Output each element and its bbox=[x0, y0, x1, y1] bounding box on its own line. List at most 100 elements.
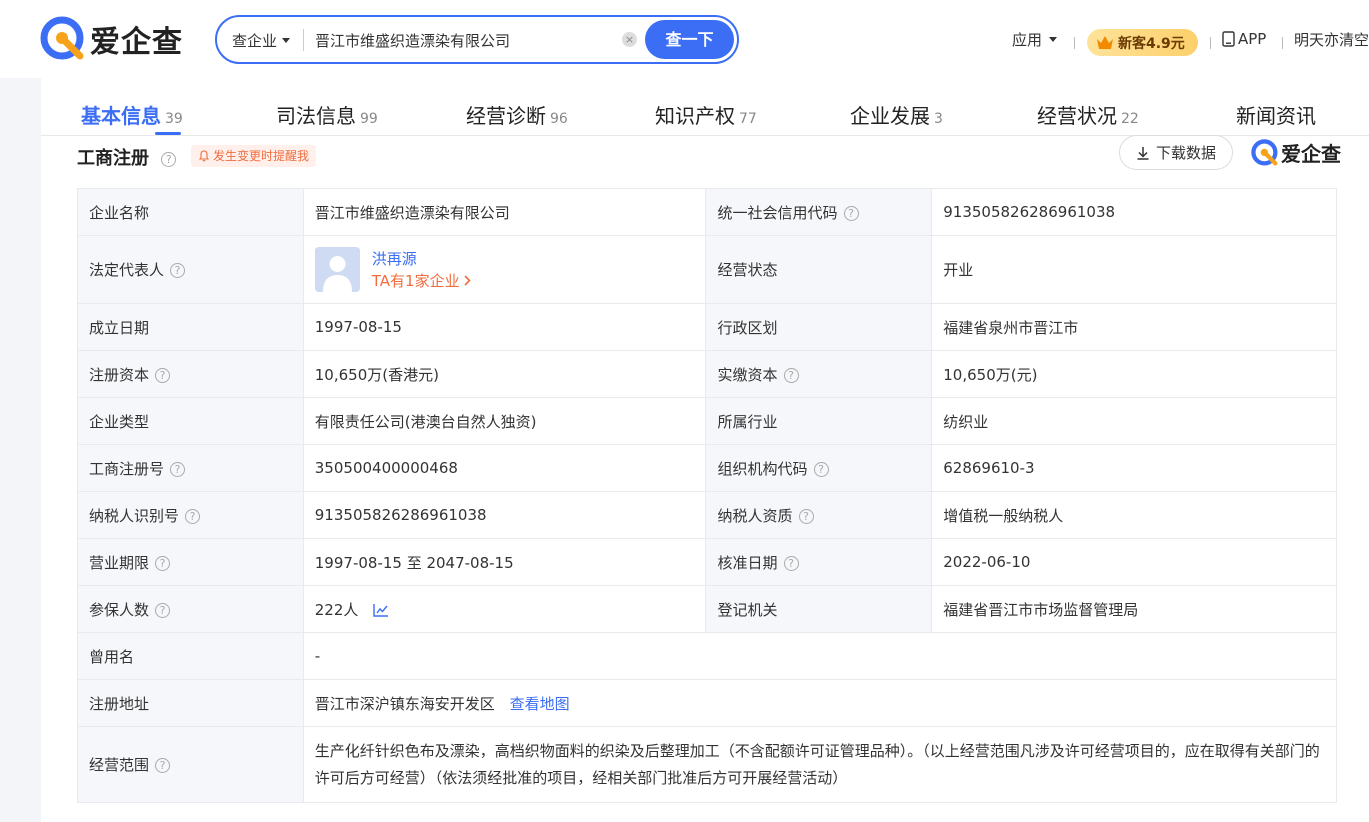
clear-icon[interactable]: × bbox=[622, 32, 637, 47]
help-icon[interactable]: ? bbox=[185, 508, 201, 524]
scope-value: 生产化纤针织色布及漂染，高档织物面料的织染及后整理加工（不含配额许可证管理品种）… bbox=[302, 726, 1338, 803]
legal-rep-name-link[interactable]: 洪再源 bbox=[372, 248, 472, 270]
download-data-button[interactable]: 下载数据 bbox=[1119, 135, 1233, 170]
change-reminder-button[interactable]: 发生变更时提醒我 bbox=[191, 145, 317, 167]
vip-promo-badge[interactable]: 新客4.9元 bbox=[1087, 29, 1198, 56]
status-label: 经营状态 bbox=[705, 235, 933, 304]
help-icon[interactable]: ? bbox=[170, 461, 186, 477]
org-code-value: 62869610-3 bbox=[931, 444, 1337, 492]
help-icon[interactable]: ? bbox=[843, 205, 859, 221]
brand-name: 爱企查 bbox=[90, 25, 183, 60]
active-tab-indicator bbox=[155, 132, 181, 135]
paid-capital-label-cell: 实缴资本? bbox=[705, 350, 933, 398]
tab-development[interactable]: 企业发展 3 bbox=[850, 100, 943, 129]
search-type-select[interactable]: 查企业 bbox=[232, 30, 291, 51]
authority-value: 福建省晋江市市场监督管理局 bbox=[931, 585, 1337, 633]
tab-label: 新闻资讯 bbox=[1236, 104, 1316, 128]
approval-label: 核准日期 bbox=[717, 553, 778, 572]
apps-menu[interactable]: 应用 bbox=[1012, 0, 1058, 78]
insured-value: 222人 bbox=[314, 600, 359, 619]
chevron-down-icon bbox=[1049, 36, 1058, 42]
tab-judicial-info[interactable]: 司法信息 99 bbox=[276, 100, 378, 129]
taxpayer-id-value: 913505826286961038 bbox=[302, 491, 707, 539]
table-row: 注册地址 晋江市深沪镇东海安开发区 查看地图 bbox=[77, 679, 1338, 727]
table-row: 成立日期 1997-08-15 行政区划 福建省泉州市晋江市 bbox=[77, 303, 1337, 351]
legal-rep-label-cell: 法定代表人? bbox=[77, 235, 304, 304]
app-download-link[interactable]: APP bbox=[1222, 0, 1266, 78]
former-name-label: 曾用名 bbox=[77, 632, 304, 680]
org-code-label: 组织机构代码 bbox=[717, 459, 808, 478]
help-icon[interactable]: ? bbox=[155, 367, 171, 383]
taxpayer-id-label: 纳税人识别号 bbox=[89, 506, 180, 525]
table-row: 营业期限? 1997-08-15 至 2047-08-15 核准日期? 2022… bbox=[77, 538, 1337, 586]
insured-label-cell: 参保人数? bbox=[77, 585, 304, 633]
tab-label: 企业发展 bbox=[850, 104, 930, 128]
scope-label-cell: 经营范围? bbox=[77, 726, 304, 803]
reg-capital-value: 10,650万(香港元) bbox=[302, 350, 707, 398]
brand-logo[interactable]: 爱企查 bbox=[40, 15, 183, 63]
tab-count: 77 bbox=[739, 111, 757, 127]
tab-count: 99 bbox=[360, 111, 378, 127]
reg-no-label: 工商注册号 bbox=[89, 459, 165, 478]
help-icon[interactable]: ? bbox=[155, 758, 171, 773]
tab-basic-info[interactable]: 基本信息 39 bbox=[81, 100, 183, 129]
tab-count: 22 bbox=[1121, 111, 1139, 127]
company-name-value: 晋江市维盛织造漂染有限公司 bbox=[302, 188, 707, 236]
download-icon bbox=[1137, 146, 1149, 160]
reg-no-value: 350500400000468 bbox=[302, 444, 707, 492]
term-label: 营业期限 bbox=[89, 553, 150, 572]
help-icon[interactable]: ? bbox=[783, 367, 799, 383]
tab-business-diagnosis[interactable]: 经营诊断 96 bbox=[466, 100, 568, 129]
tab-label: 基本信息 bbox=[81, 104, 161, 128]
help-icon[interactable]: ? bbox=[155, 555, 171, 571]
paid-capital-value: 10,650万(元) bbox=[931, 350, 1337, 398]
change-reminder-label: 发生变更时提醒我 bbox=[213, 149, 310, 163]
legal-rep-companies-link[interactable]: TA有1家企业 bbox=[372, 270, 472, 292]
address-label: 注册地址 bbox=[77, 679, 304, 727]
reg-capital-label: 注册资本 bbox=[89, 365, 150, 384]
help-icon[interactable]: ? bbox=[813, 461, 829, 477]
table-row: 经营范围? 生产化纤针织色布及漂染，高档织物面料的织染及后整理加工（不含配额许可… bbox=[77, 726, 1338, 803]
bell-icon bbox=[198, 150, 210, 162]
search-divider bbox=[303, 29, 304, 51]
nav-divider bbox=[1282, 37, 1283, 49]
trend-chart-icon[interactable] bbox=[373, 603, 389, 617]
org-code-label-cell: 组织机构代码? bbox=[705, 444, 933, 492]
tab-operating-status[interactable]: 经营状况 22 bbox=[1037, 100, 1139, 129]
tab-label: 知识产权 bbox=[655, 104, 735, 128]
table-row: 纳税人识别号? 913505826286961038 纳税人资质? 增值税一般纳… bbox=[77, 491, 1337, 539]
tab-intellectual-property[interactable]: 知识产权 77 bbox=[655, 100, 757, 129]
logo-q-icon bbox=[1251, 138, 1278, 165]
company-type-label: 企业类型 bbox=[77, 397, 304, 445]
table-row: 企业名称 晋江市维盛织造漂染有限公司 统一社会信用代码? 91350582628… bbox=[77, 188, 1337, 236]
tab-news[interactable]: 新闻资讯 bbox=[1236, 100, 1316, 129]
avatar[interactable] bbox=[314, 247, 360, 292]
taxpayer-qual-label-cell: 纳税人资质? bbox=[705, 491, 933, 539]
watermark-logo: 爱企查 bbox=[1251, 138, 1341, 167]
taxpayer-qual-value: 增值税一般纳税人 bbox=[931, 491, 1337, 539]
phone-icon bbox=[1222, 31, 1235, 47]
help-icon[interactable]: ? bbox=[798, 508, 814, 524]
section-header: 工商注册 ? bbox=[77, 144, 177, 170]
chevron-right-icon bbox=[464, 274, 471, 286]
help-icon[interactable]: ? bbox=[155, 602, 171, 618]
tab-count: 39 bbox=[165, 111, 183, 127]
help-icon[interactable]: ? bbox=[783, 555, 799, 571]
table-row: 参保人数? 222人 登记机关 福建省晋江市市场监督管理局 bbox=[77, 585, 1337, 633]
tab-count: 96 bbox=[550, 111, 568, 127]
user-menu[interactable]: 明天亦清空 bbox=[1294, 0, 1369, 78]
help-icon[interactable]: ? bbox=[161, 151, 177, 167]
status-value: 开业 bbox=[931, 235, 1337, 304]
credit-code-label: 统一社会信用代码 bbox=[717, 203, 838, 222]
industry-value: 纺织业 bbox=[931, 397, 1337, 445]
view-map-link[interactable]: 查看地图 bbox=[510, 695, 570, 713]
address-value: 晋江市深沪镇东海安开发区 bbox=[314, 694, 495, 713]
nav-divider bbox=[1210, 37, 1211, 49]
search-input[interactable] bbox=[315, 27, 605, 53]
taxpayer-qual-label: 纳税人资质 bbox=[717, 506, 793, 525]
help-icon[interactable]: ? bbox=[170, 263, 186, 278]
table-row: 工商注册号? 350500400000468 组织机构代码? 62869610-… bbox=[77, 444, 1337, 492]
founded-label: 成立日期 bbox=[77, 303, 304, 351]
search-button[interactable]: 查一下 bbox=[645, 20, 734, 59]
search-type-label: 查企业 bbox=[232, 32, 278, 50]
